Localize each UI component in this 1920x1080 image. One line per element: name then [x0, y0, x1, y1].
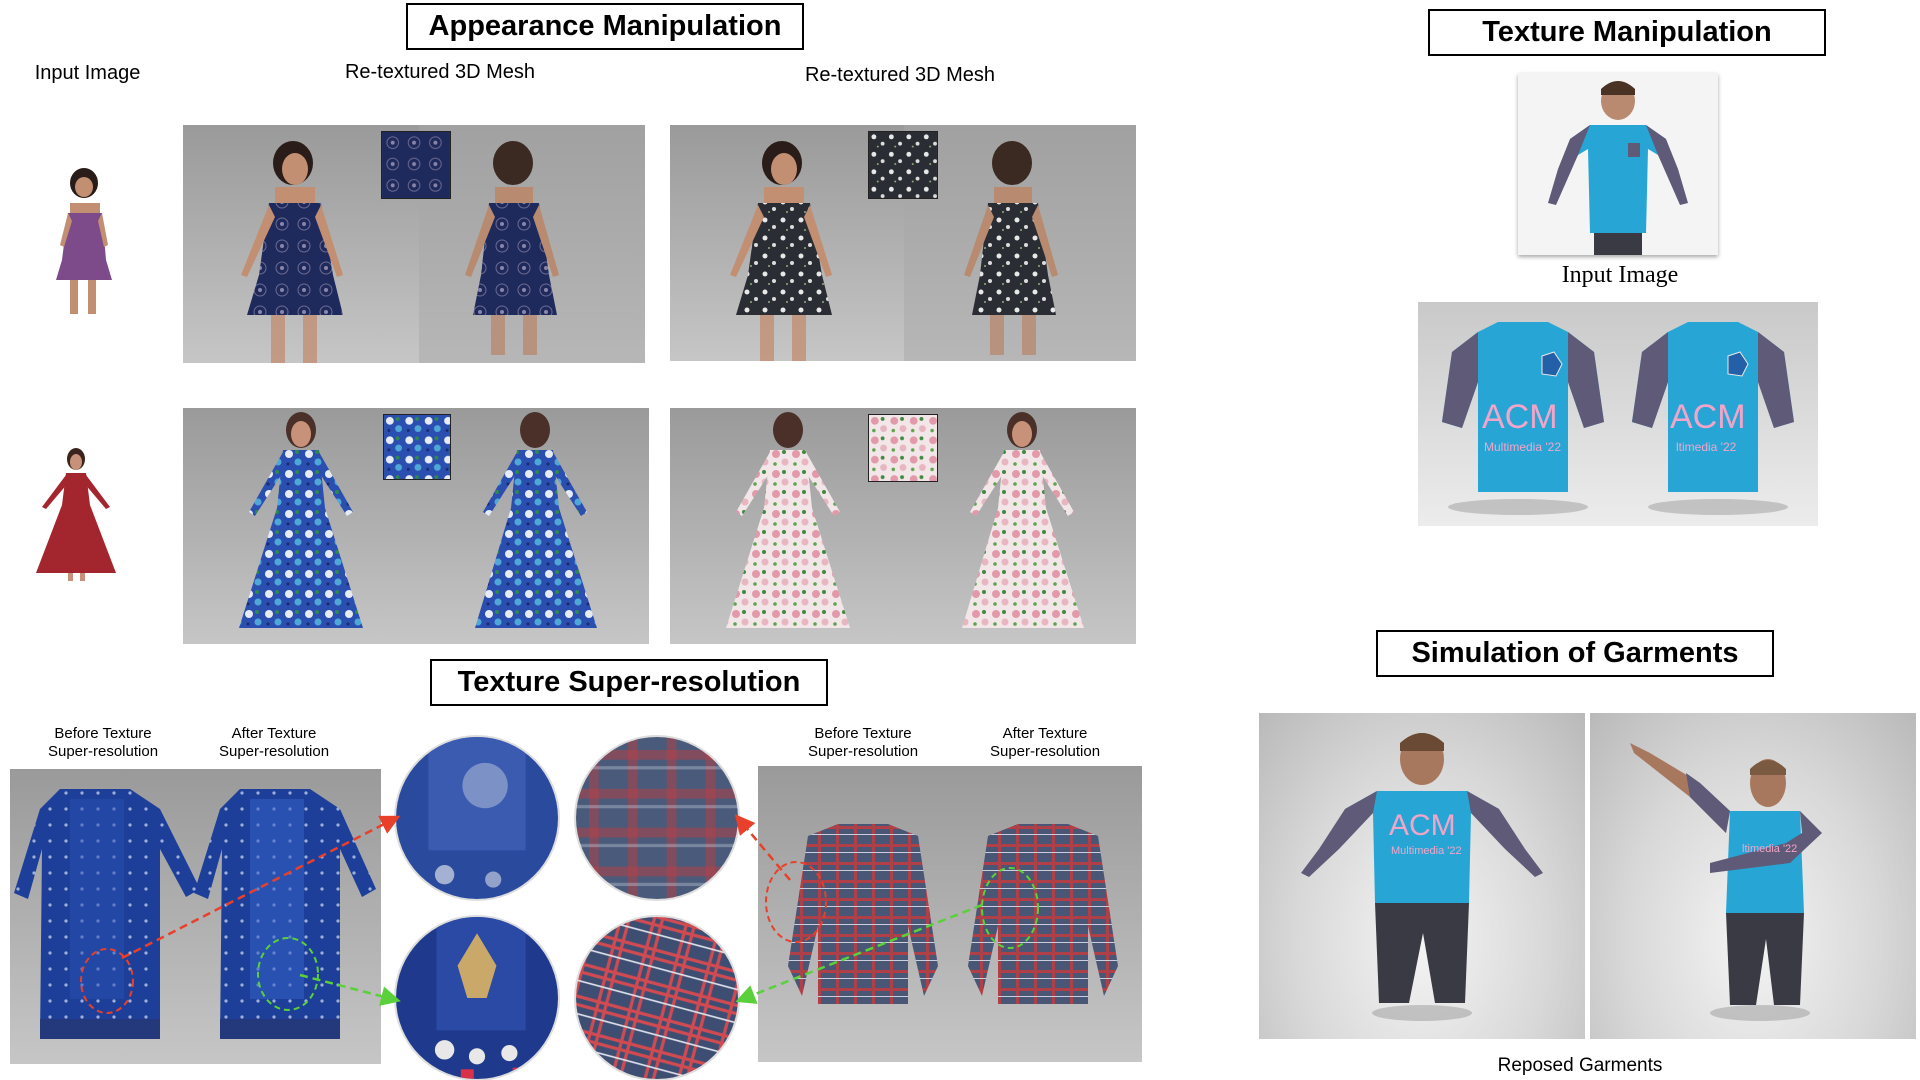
reposed-sub-left: Multimedia '22: [1391, 845, 1462, 857]
kurta-super-resolution-panel: [10, 769, 381, 1064]
input-image-red-dress: [36, 448, 116, 581]
tshirt-logo-left: ACM: [1482, 398, 1558, 436]
reposed-logo-left: ACM: [1389, 809, 1456, 842]
input-image-tshirt-man: [1518, 73, 1718, 255]
after-sr-caption-right-line1: After Texture: [1002, 725, 1088, 742]
retextured-pink-floral-dress-panel: [670, 408, 1136, 644]
simulation-of-garments-title: Simulation of Garments: [1376, 630, 1774, 677]
navy-texture-swatch: [381, 131, 451, 199]
retextured-blue-floral-dress-panel: [183, 408, 649, 644]
after-sr-caption-left-line1: After Texture: [231, 725, 317, 742]
reposed-sub-right: ltimedia '22: [1742, 843, 1798, 855]
input-image-purple-dress: [56, 168, 112, 314]
reposed-garment-panel-left: ACM Multimedia '22: [1259, 713, 1585, 1039]
plaid-shirt-super-resolution-panel: [758, 766, 1142, 1062]
after-sr-caption-left: After Texture Super-resolution: [209, 725, 339, 761]
before-sr-caption-left: Before Texture Super-resolution: [38, 725, 168, 761]
zoom-circle-kurta-before: [394, 735, 560, 901]
reposed-garments-caption: Reposed Garments: [1497, 1055, 1663, 1076]
zoom-circle-kurta-after: [394, 915, 560, 1080]
zoom-circle-shirt-before: [574, 735, 740, 901]
before-sr-caption-right-line2: Super-resolution: [807, 743, 919, 760]
tshirt-sub-left: Multimedia '22: [1484, 440, 1561, 454]
reposed-garment-panel-right: ltimedia '22: [1590, 713, 1916, 1039]
retextured-black-floral-dress-panel: [670, 125, 1136, 361]
tshirt-logo-right: ACM: [1670, 398, 1746, 436]
before-sr-caption-right: Before Texture Super-resolution: [798, 725, 928, 761]
retextured-mesh-caption-2: Re-textured 3D Mesh: [804, 64, 996, 86]
pink-floral-texture-swatch: [868, 414, 938, 482]
retextured-navy-dress-panel: [183, 125, 645, 363]
before-sr-caption-left-line1: Before Texture: [54, 725, 152, 742]
after-sr-caption-right-line2: Super-resolution: [989, 743, 1101, 760]
after-sr-caption-left-line2: Super-resolution: [218, 743, 330, 760]
after-sr-caption-right: After Texture Super-resolution: [980, 725, 1110, 761]
retextured-tshirt-panel: ACM Multimedia '22 ACM ltimedia '22: [1418, 302, 1818, 526]
blue-floral-texture-swatch: [383, 414, 451, 480]
before-sr-caption-left-line2: Super-resolution: [47, 743, 159, 760]
texture-manipulation-title: Texture Manipulation: [1428, 9, 1826, 56]
zoom-circle-shirt-after: [574, 915, 740, 1080]
texture-super-resolution-title: Texture Super-resolution: [430, 659, 828, 706]
before-sr-caption-right-line1: Before Texture: [814, 725, 912, 742]
retextured-mesh-caption-1: Re-textured 3D Mesh: [344, 61, 536, 83]
tshirt-sub-right: ltimedia '22: [1676, 440, 1737, 454]
appearance-manipulation-title: Appearance Manipulation: [406, 3, 804, 50]
black-floral-texture-swatch: [868, 131, 938, 199]
input-image-serif-caption: Input Image: [1561, 262, 1679, 288]
input-image-caption: Input Image: [34, 62, 141, 84]
